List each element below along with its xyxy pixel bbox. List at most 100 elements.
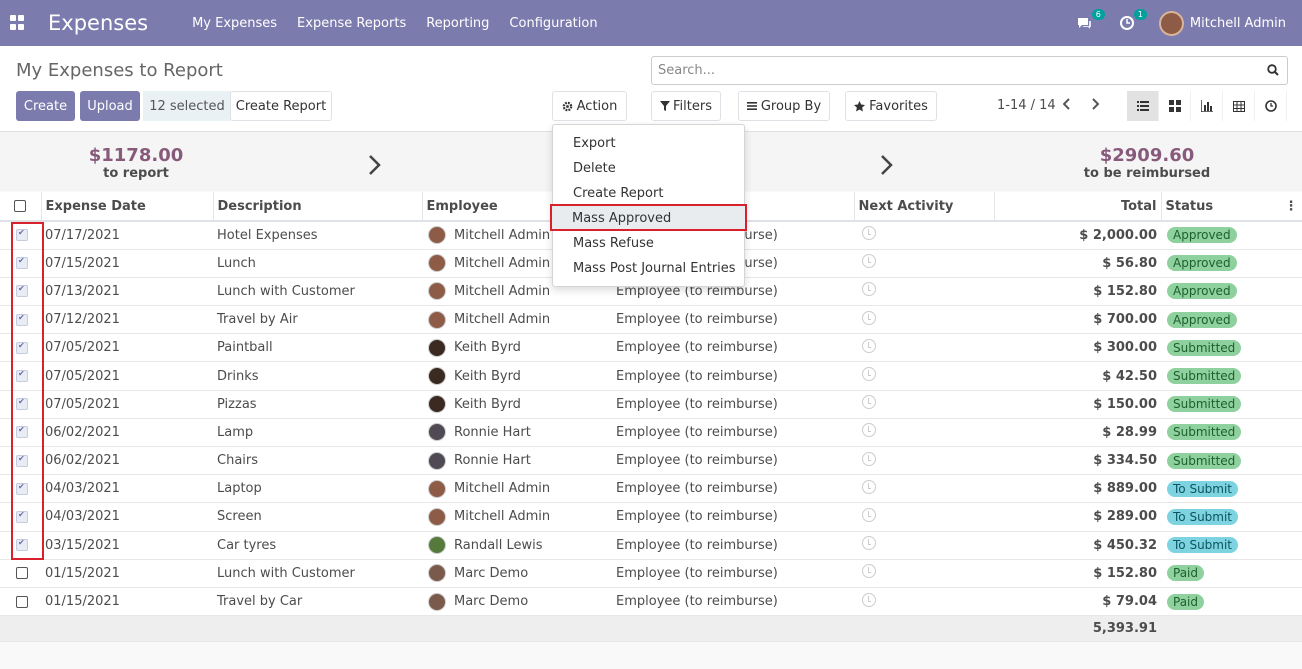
col-header-expense-date[interactable]: Expense Date [41, 192, 214, 222]
activity-clock-icon[interactable] [862, 367, 876, 382]
activity-clock-icon[interactable] [862, 451, 876, 466]
graph-view-icon[interactable] [1191, 91, 1223, 121]
search-placeholder: Search... [658, 63, 716, 78]
create-report-button[interactable]: Create Report [230, 91, 332, 121]
upload-button[interactable]: Upload [80, 91, 140, 121]
menu-item-mass-approved[interactable]: Mass Approved [550, 204, 747, 231]
activity-clock-icon[interactable] [862, 226, 876, 241]
pivot-view-icon[interactable] [1223, 91, 1255, 121]
favorites-button[interactable]: Favorites [845, 91, 937, 121]
table-row[interactable]: 06/02/2021 Chairs Ronnie Hart Employee (… [0, 446, 1302, 476]
table-row[interactable]: 01/15/2021 Lunch with Customer Marc Demo… [0, 559, 1302, 588]
to-report-amount: $1178.00 [88, 145, 184, 166]
action-dropdown-button[interactable]: Action [552, 91, 627, 121]
app-title[interactable]: Expenses [48, 11, 148, 35]
menu-item-mass-refuse[interactable]: Mass Refuse [573, 236, 654, 251]
pager-previous-icon[interactable] [1062, 98, 1071, 114]
col-header-next-activity[interactable]: Next Activity [854, 192, 995, 222]
user-avatar[interactable] [1158, 10, 1184, 36]
cell-expense-date: 04/03/2021 [41, 502, 213, 532]
cell-paid-by: Employee (to reimburse) [612, 587, 854, 617]
table-row[interactable]: 04/03/2021 Laptop Mitchell Admin Employe… [0, 474, 1302, 504]
status-badge: Approved [1167, 283, 1237, 300]
cell-description: Travel by Car [213, 587, 422, 617]
employee-name: Marc Demo [454, 565, 529, 581]
row-checkbox[interactable] [0, 587, 41, 617]
menu-my-expenses[interactable]: My Expenses [192, 16, 277, 31]
table-row[interactable]: 07/12/2021 Travel by Air Mitchell Admin … [0, 305, 1302, 335]
menu-configuration[interactable]: Configuration [509, 16, 597, 31]
search-input[interactable]: Search... [651, 56, 1288, 85]
kanban-view-icon[interactable] [1159, 91, 1191, 121]
table-row[interactable]: 04/03/2021 Screen Mitchell Admin Employe… [0, 502, 1302, 532]
cell-paid-by: Employee (to reimburse) [612, 502, 854, 532]
cell-employee: Mitchell Admin [422, 474, 612, 504]
activity-clock-icon[interactable] [862, 310, 876, 325]
table-row[interactable]: 03/15/2021 Car tyres Randall Lewis Emplo… [0, 531, 1302, 560]
activity-clock-icon[interactable] [862, 564, 876, 579]
cell-employee: Keith Byrd [422, 390, 612, 419]
column-options-icon[interactable]: ⋮ [1285, 199, 1298, 214]
cell-expense-date: 07/12/2021 [41, 305, 213, 335]
cell-total: $ 289.00 [994, 502, 1161, 532]
menu-item-mass-post-journal-entries[interactable]: Mass Post Journal Entries [573, 261, 736, 276]
pager-value[interactable]: 1-14 / 14 [997, 98, 1056, 113]
col-header-status[interactable]: Status ⋮ [1161, 192, 1302, 222]
cell-expense-date: 06/02/2021 [41, 446, 213, 476]
messages-icon[interactable]: 6 [1075, 9, 1105, 33]
table-row[interactable]: 01/15/2021 Travel by Car Marc Demo Emplo… [0, 587, 1302, 617]
menu-item-create-report[interactable]: Create Report [573, 186, 663, 201]
col-header-description[interactable]: Description [213, 192, 423, 222]
table-row[interactable]: 07/05/2021 Paintball Keith Byrd Employee… [0, 333, 1302, 363]
cell-total: $ 889.00 [994, 474, 1161, 504]
cell-description: Car tyres [213, 531, 422, 560]
status-badge: Paid [1167, 565, 1205, 582]
activity-clock-icon[interactable] [862, 282, 876, 297]
status-badge: Submitted [1167, 452, 1242, 469]
activity-clock-icon[interactable] [862, 423, 876, 438]
select-all-checkbox[interactable] [0, 192, 42, 222]
cell-next-activity [854, 390, 994, 419]
employee-name: Mitchell Admin [454, 312, 551, 328]
activity-clock-icon[interactable] [862, 338, 876, 353]
cell-next-activity [854, 418, 994, 448]
cell-status: Submitted [1161, 390, 1302, 419]
activity-clock-icon[interactable] [862, 507, 876, 522]
activity-view-icon[interactable] [1255, 91, 1287, 121]
activity-clock-icon[interactable] [862, 536, 876, 551]
table-row[interactable]: 07/05/2021 Drinks Keith Byrd Employee (t… [0, 361, 1302, 391]
user-name[interactable]: Mitchell Admin [1190, 16, 1286, 31]
activity-clock-icon[interactable] [862, 479, 876, 494]
list-view-icon[interactable] [1127, 91, 1159, 121]
pager-next-icon[interactable] [1091, 98, 1100, 114]
activity-clock-icon[interactable] [862, 592, 876, 607]
activity-clock-icon[interactable] [862, 254, 876, 269]
cell-next-activity [854, 531, 994, 560]
selected-rows-highlight [11, 222, 44, 560]
menu-expense-reports[interactable]: Expense Reports [297, 16, 406, 31]
table-row[interactable]: 07/05/2021 Pizzas Keith Byrd Employee (t… [0, 390, 1302, 419]
col-header-total[interactable]: Total [994, 192, 1162, 222]
menu-item-delete[interactable]: Delete [573, 161, 616, 176]
chevron-right-icon [368, 150, 382, 183]
apps-menu-icon[interactable] [10, 15, 26, 31]
employee-name: Mitchell Admin [454, 255, 551, 271]
activities-clock-icon[interactable]: 1 [1117, 9, 1147, 33]
status-badge: To Submit [1167, 537, 1239, 554]
to-reimburse-amount: $2909.60 [1099, 145, 1195, 166]
employee-name: Keith Byrd [454, 396, 521, 412]
menu-item-export[interactable]: Export [573, 136, 616, 151]
activity-clock-icon[interactable] [862, 395, 876, 410]
cell-paid-by: Employee (to reimburse) [612, 559, 854, 588]
group-by-button[interactable]: Group By [738, 91, 830, 121]
create-button[interactable]: Create [16, 91, 75, 121]
employee-avatar [428, 367, 446, 386]
table-row[interactable]: 06/02/2021 Lamp Ronnie Hart Employee (to… [0, 418, 1302, 448]
to-report-summary[interactable]: $1178.00 to report [80, 145, 192, 181]
row-checkbox[interactable] [0, 559, 41, 588]
search-icon[interactable] [1267, 64, 1279, 76]
filters-button[interactable]: Filters [651, 91, 721, 121]
menu-reporting[interactable]: Reporting [426, 16, 489, 31]
to-reimburse-summary[interactable]: $2909.60 to be reimbursed [1080, 145, 1214, 181]
cell-description: Chairs [213, 446, 422, 476]
